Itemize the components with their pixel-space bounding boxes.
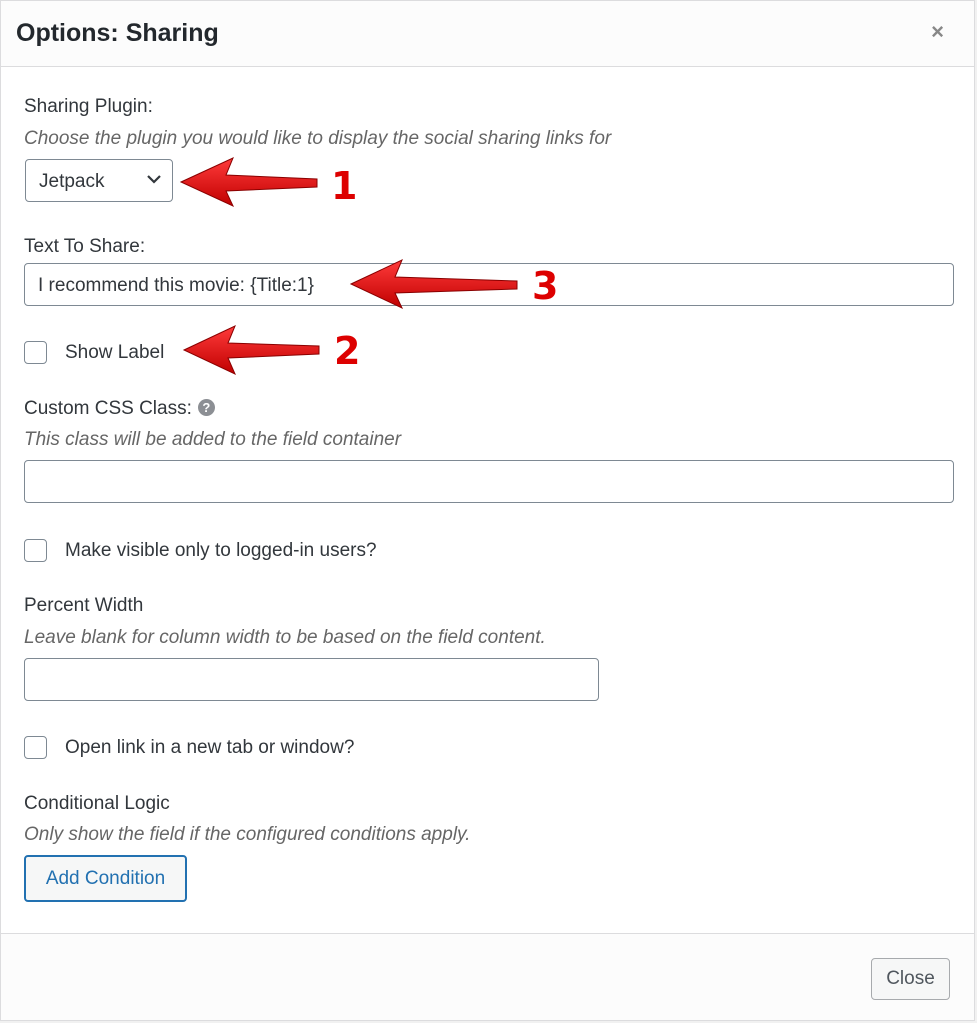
annotation-number: 1 (331, 164, 357, 208)
annotation-overlay: 1 2 3 (179, 157, 559, 376)
annotation-arrow-icon (349, 258, 518, 310)
annotation-number: 2 (334, 329, 360, 373)
annotation-arrow-icon (179, 157, 318, 208)
annotation-arrow-icon (182, 324, 320, 376)
options-dialog: Options: Sharing × Sharing Plugin: Choos… (0, 0, 975, 1021)
annotation-number: 3 (532, 264, 558, 308)
